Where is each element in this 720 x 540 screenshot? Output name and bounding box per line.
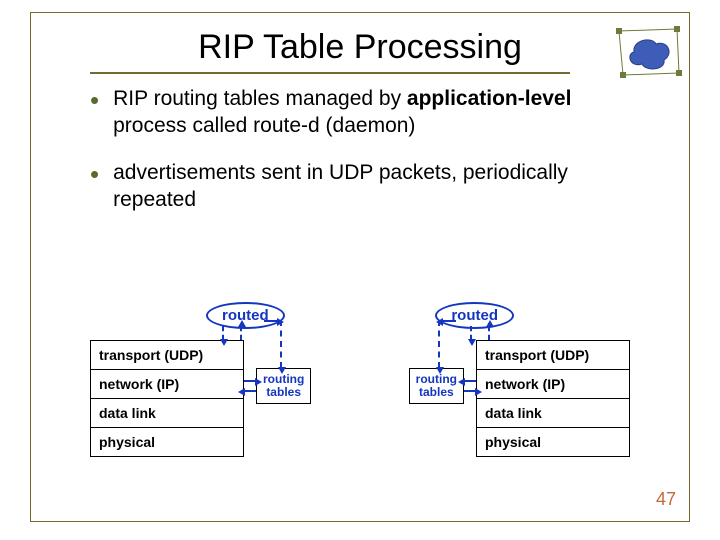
slide-title: RIP Table Processing <box>0 28 720 67</box>
slide-number: 47 <box>656 489 676 510</box>
bullet-text: RIP routing tables managed by applicatio… <box>113 86 650 140</box>
arrow-left-icon <box>464 380 476 382</box>
arrow-right-icon <box>264 320 278 322</box>
layer-transport: transport (UDP) <box>477 341 629 370</box>
arrow-up-icon <box>488 326 490 340</box>
arrow-left-icon <box>244 390 256 392</box>
rt-line1: routing <box>416 372 457 386</box>
layer-datalink: data link <box>477 399 629 428</box>
protocol-stack-right: transport (UDP) network (IP) data link p… <box>476 340 630 457</box>
bullet-text: advertisements sent in UDP packets, peri… <box>113 160 650 214</box>
bullet-text-bold: application-level <box>407 87 572 110</box>
layer-datalink: data link <box>91 399 243 428</box>
arrow-up-icon <box>240 326 242 340</box>
rt-line1: routing <box>263 372 304 386</box>
arrow-right-icon <box>244 380 256 382</box>
bullet-dot-icon: • <box>90 160 99 214</box>
arrow-down-icon <box>470 326 472 340</box>
layer-network: network (IP) <box>91 370 243 399</box>
bullet-item: • advertisements sent in UDP packets, pe… <box>90 160 650 214</box>
rt-line2: tables <box>266 385 301 399</box>
layer-physical: physical <box>91 428 243 456</box>
diagram: routed routed transport (UDP) network (I… <box>70 280 650 500</box>
arrow-down-icon <box>438 320 440 368</box>
arrow-down-icon <box>222 326 224 340</box>
bullet-text-post: process called route-d (daemon) <box>113 114 415 137</box>
bullet-text-pre: RIP routing tables managed by <box>113 87 407 110</box>
layer-physical: physical <box>477 428 629 456</box>
bullet-list: • RIP routing tables managed by applicat… <box>90 86 650 234</box>
bullet-text-pre: advertisements sent in UDP packets, peri… <box>113 161 568 211</box>
arrow-left-icon <box>442 320 456 322</box>
protocol-stack-left: transport (UDP) network (IP) data link p… <box>90 340 244 457</box>
arrow-down-icon <box>280 320 282 368</box>
routed-node-right: routed <box>435 302 514 329</box>
bullet-item: • RIP routing tables managed by applicat… <box>90 86 650 140</box>
bullet-dot-icon: • <box>90 86 99 140</box>
layer-network: network (IP) <box>477 370 629 399</box>
arrow-right-icon <box>464 390 476 392</box>
rt-line2: tables <box>419 385 454 399</box>
cloud-icon <box>616 26 686 82</box>
title-underline <box>90 72 570 74</box>
